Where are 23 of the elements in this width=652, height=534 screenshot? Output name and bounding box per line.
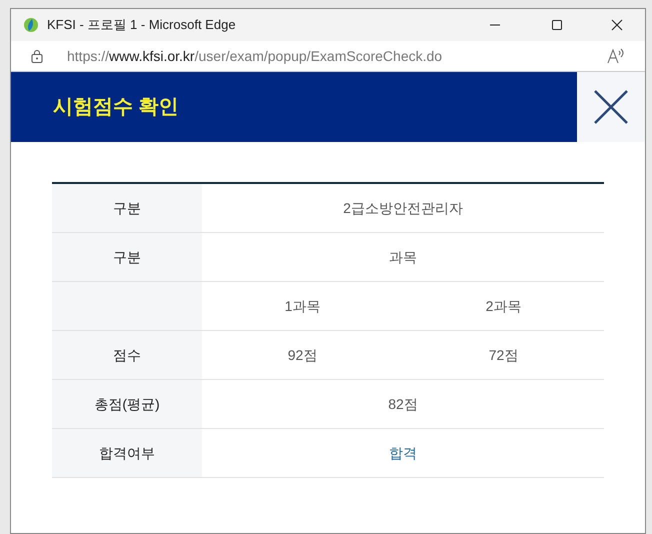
lock-icon bbox=[31, 49, 43, 63]
table-cell-text: 82점 bbox=[388, 394, 418, 414]
table-cell-text: 72점 bbox=[488, 346, 518, 364]
browser-logo-icon bbox=[23, 17, 39, 33]
row-header: 합격여부 bbox=[52, 429, 202, 477]
popup-title: 시험점수 확인 bbox=[53, 95, 179, 120]
table-cell-text: 과목 bbox=[389, 248, 417, 266]
table-cell-text: 2급소방안전관리자 bbox=[343, 198, 463, 218]
window-title: KFSI - 프로필 1 - Microsoft Edge bbox=[47, 16, 237, 34]
row-header: 점수 bbox=[52, 331, 202, 379]
close-icon[interactable] bbox=[611, 19, 623, 31]
close-button[interactable] bbox=[577, 72, 645, 142]
table-cell-text: 92점 bbox=[288, 346, 318, 364]
row-header: 구분 bbox=[52, 233, 202, 281]
row-header: 구분 bbox=[52, 184, 202, 232]
row-header: 총점(평균) bbox=[52, 380, 202, 428]
maximize-icon[interactable] bbox=[551, 19, 563, 31]
table-cell-text: 2과목 bbox=[486, 296, 522, 316]
table-cell-text: 합격 bbox=[389, 444, 417, 462]
close-icon bbox=[594, 90, 628, 124]
read-aloud-icon[interactable] bbox=[607, 48, 625, 64]
table-cell-text: 1과목 bbox=[284, 296, 320, 316]
url-field[interactable]: https://www.kfsi.or.kr/user/exam/popup/ExamScoreCheck.do bbox=[67, 46, 591, 66]
